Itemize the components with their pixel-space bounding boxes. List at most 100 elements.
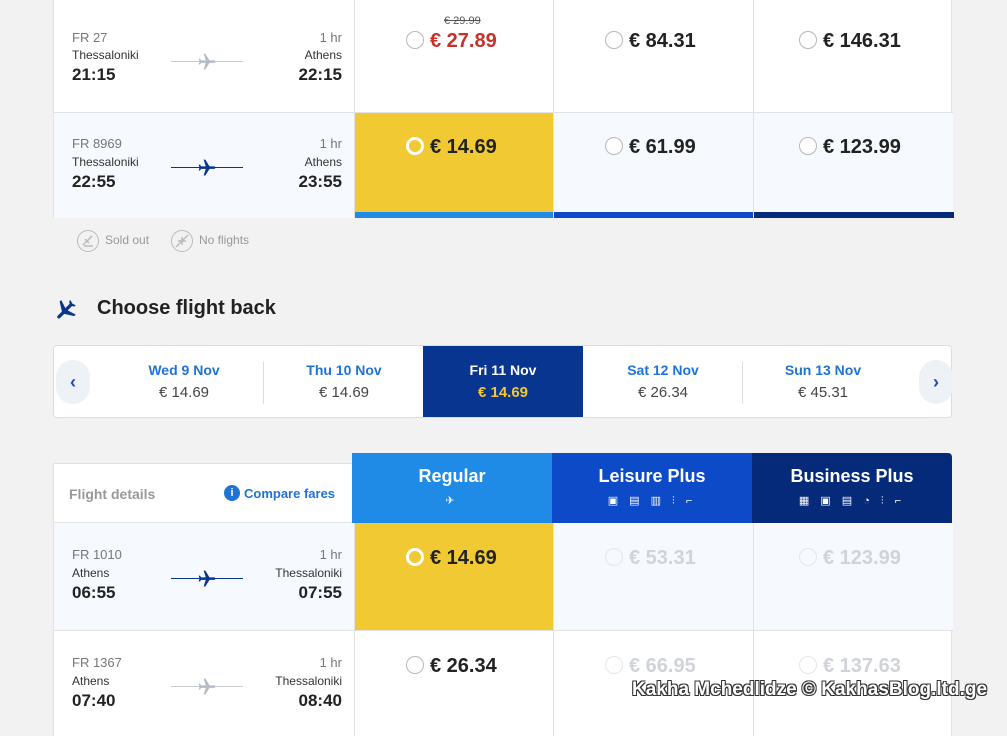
legend-sold-out: Sold out xyxy=(77,230,149,252)
fare-price: € 61.99 xyxy=(629,136,696,158)
date-option[interactable]: Thu 10 Nov € 14.69 xyxy=(264,346,424,417)
plane-icon: ✈ xyxy=(445,495,459,507)
flight-info: FR 1367 Athens 07:40 1 hr Thessaloniki 0… xyxy=(54,631,354,736)
fare-header-regular: Regular ✈ xyxy=(352,453,552,523)
old-price: € 29.99 xyxy=(444,15,481,27)
fare-cell-leisure-plus-disabled: € 53.31 xyxy=(553,523,753,630)
compare-fares-link[interactable]: Compare fares xyxy=(244,486,335,501)
fare-price: € 137.63 xyxy=(823,655,901,677)
fare-radio-disabled xyxy=(605,547,623,566)
fare-radio-selected[interactable] xyxy=(406,547,424,566)
sold-out-icon xyxy=(77,230,99,252)
fare-radio[interactable] xyxy=(799,136,817,155)
no-flights-icon xyxy=(171,230,193,252)
fare-cell-regular-selected[interactable]: € 14.69 xyxy=(354,523,553,630)
fare-radio[interactable] xyxy=(605,136,623,155)
arrival-city: Athens xyxy=(304,155,342,169)
arrival-time: 08:40 xyxy=(298,691,342,710)
fare-cell-leisure-plus[interactable]: € 84.31 xyxy=(553,0,753,112)
legend-no-flights: No flights xyxy=(171,230,249,252)
fare-radio[interactable] xyxy=(406,655,424,674)
fare-price: € 146.31 xyxy=(823,30,901,52)
flight-number: FR 27 xyxy=(72,30,108,45)
fare-header-leisure-plus: Leisure Plus ▣ ▤ ▥ ⫶ ⌐ xyxy=(552,453,752,523)
outbound-flight-table: FR 27 Thessaloniki 21:15 1 hr Athens 22:… xyxy=(53,0,954,218)
arrival-city: Thessaloniki xyxy=(275,566,342,580)
fare-cell-business-plus-disabled: € 123.99 xyxy=(753,523,953,630)
departure-time: 21:15 xyxy=(72,65,116,84)
departure-time: 07:40 xyxy=(72,691,116,710)
flight-info: FR 1010 Athens 06:55 1 hr Thessaloniki 0… xyxy=(54,523,354,630)
business-fare-bar xyxy=(754,212,954,218)
date-option[interactable]: Wed 9 Nov € 14.69 xyxy=(104,346,264,417)
flight-duration: 1 hr xyxy=(319,655,342,670)
prev-dates-button[interactable]: ‹ xyxy=(56,360,90,404)
fare-price: € 27.89 xyxy=(430,30,497,52)
flight-details-header: Flight details i Compare fares xyxy=(53,463,352,523)
fare-price: € 66.95 xyxy=(629,655,696,677)
flight-number: FR 8969 xyxy=(72,136,122,151)
fare-radio[interactable] xyxy=(605,30,623,49)
flight-row: FR 27 Thessaloniki 21:15 1 hr Athens 22:… xyxy=(54,0,953,113)
flight-row: FR 1010 Athens 06:55 1 hr Thessaloniki 0… xyxy=(54,523,953,631)
flight-duration: 1 hr xyxy=(319,136,342,151)
flight-number: FR 1010 xyxy=(72,547,122,562)
fare-cell-business-plus[interactable]: € 146.31 xyxy=(753,0,953,112)
flight-duration: 1 hr xyxy=(319,30,342,45)
fare-benefits-icons: ▦ ▣ ▤ ◔ ⫶ ⌐ xyxy=(798,495,906,507)
date-option-selected[interactable]: Fri 11 Nov € 14.69 xyxy=(423,346,583,417)
departure-city: Athens xyxy=(72,566,110,580)
fare-radio-disabled xyxy=(799,547,817,566)
fare-radio-selected[interactable] xyxy=(406,136,424,155)
fare-price: € 84.31 xyxy=(629,30,696,52)
fare-cell-regular-selected[interactable]: € 14.69 xyxy=(354,113,554,218)
arrival-time: 07:55 xyxy=(298,583,342,602)
watermark-text: Kakha Mchedlidze © KakhasBlog.ltd.ge xyxy=(632,679,988,700)
date-option[interactable]: Sun 13 Nov € 45.31 xyxy=(743,346,903,417)
plane-blue-icon xyxy=(171,569,243,589)
fare-price: € 14.69 xyxy=(430,136,497,158)
date-option[interactable]: Sat 12 Nov € 26.34 xyxy=(583,346,743,417)
fare-cell-regular[interactable]: € 29.99 € 27.89 xyxy=(354,0,553,112)
fare-price: € 53.31 xyxy=(629,547,696,569)
arrival-time: 23:55 xyxy=(298,172,342,191)
departure-city: Athens xyxy=(72,674,110,688)
fare-price: € 26.34 xyxy=(430,655,497,677)
fare-cell-business-plus[interactable]: € 123.99 xyxy=(753,113,954,218)
chevron-left-icon: ‹ xyxy=(70,372,76,392)
fare-header-business-plus: Business Plus ▦ ▣ ▤ ◔ ⫶ ⌐ xyxy=(752,453,952,523)
plane-gray-icon xyxy=(171,52,243,72)
regular-fare-bar xyxy=(355,212,554,218)
fare-radio-disabled xyxy=(799,655,817,674)
flight-number: FR 1367 xyxy=(72,655,122,670)
plane-blue-icon xyxy=(171,158,243,178)
departure-city: Thessaloniki xyxy=(72,48,139,62)
fare-radio[interactable] xyxy=(406,30,424,49)
date-selector: ‹ Wed 9 Nov € 14.69 Thu 10 Nov € 14.69 Fri… xyxy=(53,345,953,418)
departure-time: 22:55 xyxy=(72,172,116,191)
flight-details-label: Flight details xyxy=(69,486,156,502)
inbound-flight-table: FR 1010 Athens 06:55 1 hr Thessaloniki 0… xyxy=(53,523,953,736)
arrival-time: 22:15 xyxy=(298,65,342,84)
arrival-city: Athens xyxy=(304,48,342,62)
flight-duration: 1 hr xyxy=(319,547,342,562)
fare-price: € 14.69 xyxy=(430,547,497,569)
flight-info: FR 27 Thessaloniki 21:15 1 hr Athens 22:… xyxy=(54,0,354,112)
fare-cell-leisure-plus[interactable]: € 61.99 xyxy=(553,113,754,218)
leisure-fare-bar xyxy=(554,212,754,218)
return-flight-heading: Choose flight back xyxy=(97,297,276,319)
flight-info: FR 8969 Thessaloniki 22:55 1 hr Athens 2… xyxy=(54,113,354,218)
fare-price: € 123.99 xyxy=(823,547,901,569)
fare-radio[interactable] xyxy=(799,30,817,49)
arrival-city: Thessaloniki xyxy=(275,674,342,688)
info-icon: i xyxy=(224,485,240,501)
fare-price: € 123.99 xyxy=(823,136,901,158)
flight-row: FR 8969 Thessaloniki 22:55 1 hr Athens 2… xyxy=(54,113,954,218)
departure-time: 06:55 xyxy=(72,583,116,602)
fare-cell-regular[interactable]: € 26.34 xyxy=(354,631,553,736)
next-dates-button[interactable]: › xyxy=(919,360,953,404)
plane-gray-icon xyxy=(171,677,243,697)
departure-city: Thessaloniki xyxy=(72,155,139,169)
chevron-right-icon: › xyxy=(933,372,939,392)
fare-benefits-icons: ▣ ▤ ▥ ⫶ ⌐ xyxy=(607,495,697,507)
